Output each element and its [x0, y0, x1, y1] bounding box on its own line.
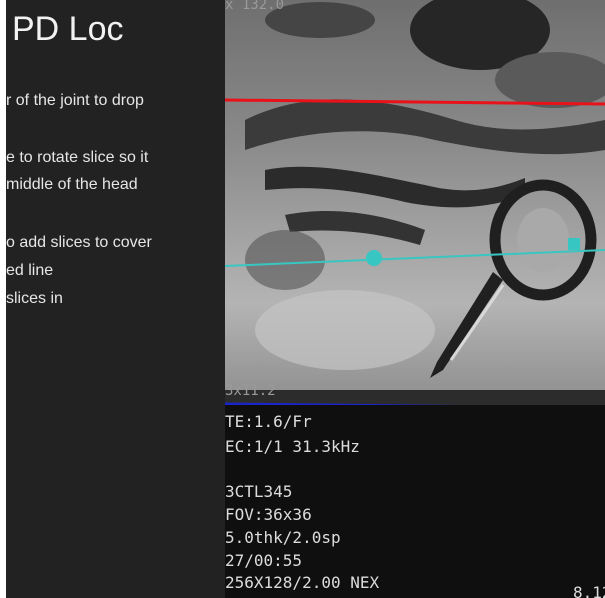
scan-param: 3CTL345	[225, 482, 293, 501]
instruction-line: middle of the head	[6, 176, 138, 193]
scan-param: TE:1.6/Fr	[225, 412, 312, 431]
instruction-line: e to rotate slice so it	[6, 149, 149, 166]
overlay-text: 3x11.2	[225, 383, 276, 399]
slide-title: PD Loc	[12, 10, 124, 48]
mri-localizer-image: x 132.0 LOC/30 3x11.2 TE:1.6/Fr EC:1/1 3…	[225, 0, 605, 598]
scan-param: 5.0thk/2.0sp	[225, 528, 341, 547]
instruction-line: ed line	[6, 262, 54, 279]
scan-param: 27/00:55	[225, 551, 303, 570]
overlay-text: LOC/30	[225, 364, 276, 380]
corner-text: 8.12	[573, 583, 605, 598]
instruction-line: slices in	[6, 290, 63, 307]
slice-center-handle[interactable]	[366, 250, 382, 266]
presentation-slide: PD Loc r of the joint to drop e to rotat…	[6, 0, 605, 598]
instruction-line: o add slices to cover	[6, 234, 152, 251]
scan-param: FOV:36x36	[225, 505, 312, 524]
scan-param: EC:1/1 31.3kHz	[225, 437, 360, 456]
instruction-panel: PD Loc r of the joint to drop e to rotat…	[6, 0, 225, 598]
scan-param: 256X128/2.00 NEX	[225, 573, 380, 592]
instruction-line: r of the joint to drop	[6, 92, 144, 109]
top-coordinate-text: x 132.0	[225, 0, 285, 13]
slice-rotate-handle[interactable]	[568, 238, 580, 250]
